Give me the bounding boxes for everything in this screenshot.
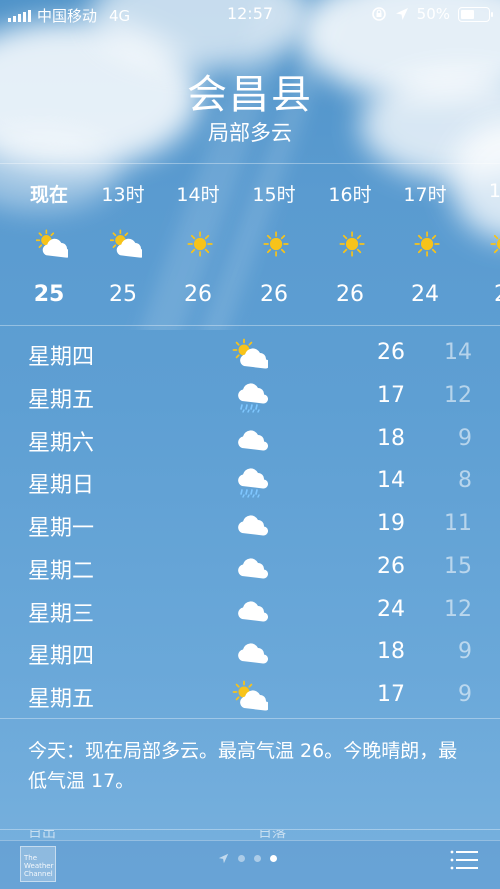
high-temp: 26 [377,553,405,579]
day-name: 星期三 [28,601,95,627]
hourly-item: 14时 26 [163,164,233,325]
cloud-icon [232,424,269,456]
high-temp: 17 [377,382,405,408]
hourly-item: 15时 26 [239,164,309,325]
low-temp: 9 [458,682,472,707]
day-name: 星期日 [28,473,95,499]
day-name: 星期一 [28,516,95,541]
sun-icon [185,228,217,260]
sun-icon [337,228,369,260]
hour-temp: 25 [109,282,137,307]
hour-temp: 24 [411,282,439,307]
day-name: 星期五 [28,387,95,413]
daily-row: 星期二 26 15 [0,547,500,590]
rain-icon [232,466,269,498]
status-bar: 中国移动 4G 12:57 50% [0,0,500,28]
hour-label: 17时 [403,184,447,206]
daily-row: 星期三 24 12 [0,590,500,633]
daily-row: 星期六 18 9 [0,419,500,462]
low-temp: 11 [444,511,472,536]
page-dot-active[interactable] [270,855,277,862]
hour-temp: 26 [336,282,364,307]
low-temp: 8 [458,468,472,494]
hour-label: 18 [488,180,500,202]
daily-row: 星期四 26 14 [0,333,500,376]
hourly-item: 现在 25 [14,164,84,325]
low-temp: 9 [458,639,472,665]
hour-label: 15时 [252,184,296,206]
location-arrow-icon [395,8,408,20]
hour-label: 现在 [29,184,68,206]
day-name: 星期四 [28,345,95,370]
hour-label: 14时 [176,184,220,206]
high-temp: 18 [377,639,405,665]
current-condition: 局部多云 [208,121,292,145]
hourly-item: 17时 24 [390,164,460,325]
high-temp: 14 [377,468,405,494]
high-temp: 26 [377,340,405,365]
sun-icon [412,228,444,260]
today-summary: 今天：现在局部多云。最高气温 26。今晚晴朗，最低气温 17。 [0,718,500,830]
high-temp: 18 [377,425,405,451]
sun-icon [261,228,293,260]
weather-channel-logo[interactable]: The Weather Channel [20,846,56,882]
partly-sunny-icon [109,228,145,260]
partly-sunny-icon [232,680,271,712]
hour-label: 16时 [328,184,372,206]
sunrise-sunset-peek: 日出 日落 [0,830,500,840]
high-temp: 24 [377,596,405,622]
page-dot[interactable] [254,855,261,862]
daily-row: 星期四 18 9 [0,632,500,675]
low-temp: 9 [458,425,472,451]
cloud-icon [232,595,269,627]
high-temp: 17 [377,682,405,707]
low-temp: 12 [444,382,472,408]
daily-row: 星期日 14 8 [0,461,500,504]
hour-label: 13时 [101,184,145,206]
daily-row: 星期五 17 9 [0,675,500,718]
day-name: 星期二 [28,558,95,584]
battery-icon [458,6,493,22]
sunrise-label: 日出 [28,830,56,840]
city-name: 会昌县 [187,72,313,118]
daily-row: 星期五 17 12 [0,376,500,419]
cloud-icon [232,552,269,584]
daily-forecast[interactable]: 星期四 26 14 星期五 17 12 星期六 18 9 星期日 14 8 星期一 19 11 星期二 26 15… [0,333,500,718]
hour-temp: 26 [260,282,288,307]
hourly-item: 13时 25 [88,164,158,325]
sunset-label: 日落 [258,830,286,840]
partly-sunny-icon [35,228,71,260]
location-page-icon [218,853,229,864]
day-name: 星期六 [28,430,95,456]
low-temp: 14 [444,340,472,365]
rain-icon [232,381,269,413]
battery-percent: 50% [416,5,450,23]
hourly-forecast[interactable]: 现在 25 13时 25 14时 26 15时 26 16时 26 17时 24 18 2 [0,163,500,326]
daily-row: 星期一 19 11 [0,504,500,547]
page-indicator[interactable] [218,853,277,864]
bottom-toolbar: The Weather Channel [0,840,500,889]
page-dot[interactable] [238,855,245,862]
low-temp: 12 [444,596,472,622]
hour-temp: 2 [466,282,500,307]
day-name: 星期五 [28,687,95,712]
hour-temp: 26 [184,282,212,307]
city-list-icon[interactable] [450,850,478,870]
low-temp: 15 [444,553,472,579]
hourly-item: 18 2 [466,164,500,325]
hourly-item: 16时 26 [315,164,385,325]
partly-sunny-icon [232,338,271,370]
day-name: 星期四 [28,644,95,670]
cloud-icon [232,509,269,541]
sun-icon [488,228,500,260]
hour-temp: 25 [33,282,65,307]
high-temp: 19 [377,511,405,536]
cloud-icon [232,637,269,669]
rotation-lock-icon [371,7,386,21]
